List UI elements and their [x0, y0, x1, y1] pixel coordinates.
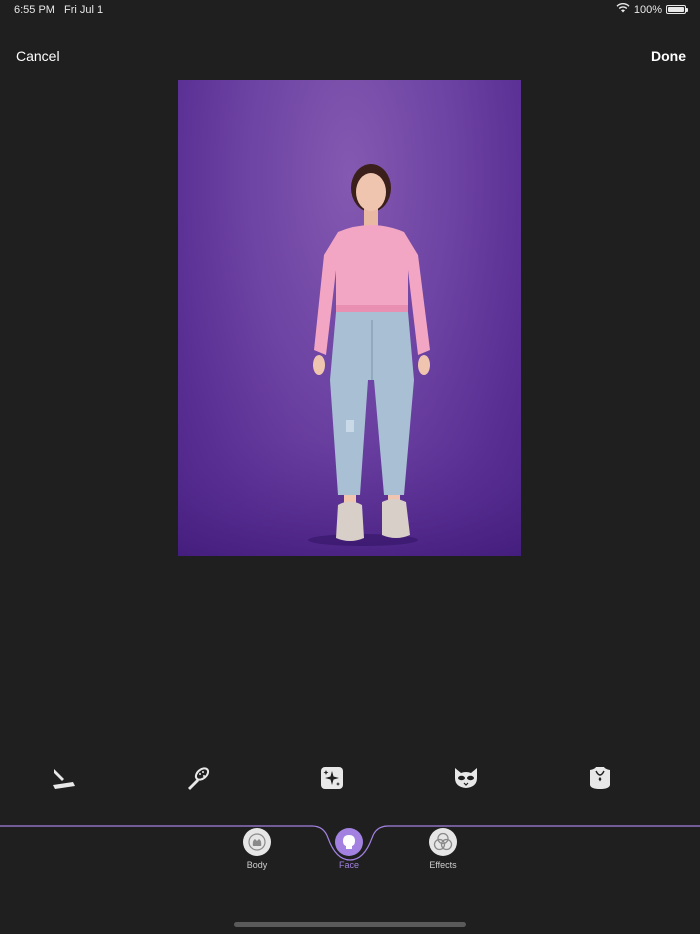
- tool-sparkle[interactable]: [316, 764, 348, 796]
- tab-effects-label: Effects: [429, 860, 457, 870]
- cancel-button[interactable]: Cancel: [16, 48, 60, 64]
- tool-necklace[interactable]: [584, 764, 616, 796]
- status-date: Fri Jul 1: [64, 4, 104, 16]
- person-photo: [178, 164, 521, 556]
- photo-canvas[interactable]: [178, 80, 521, 556]
- tool-brush[interactable]: [182, 764, 214, 796]
- home-indicator[interactable]: [234, 922, 466, 927]
- done-button[interactable]: Done: [651, 48, 686, 64]
- bottom-tab-bar: Body Face Effects: [0, 820, 700, 890]
- battery-fill: [668, 7, 684, 12]
- status-right: 100%: [616, 3, 688, 16]
- status-bar: 6:55 PM Fri Jul 1 100%: [0, 0, 700, 20]
- tab-effects[interactable]: Effects: [413, 828, 473, 870]
- face-icon: [335, 828, 363, 856]
- necklace-icon: [587, 765, 613, 796]
- tool-row: [0, 760, 700, 800]
- tool-razor[interactable]: [48, 764, 80, 796]
- wifi-icon: [616, 3, 630, 16]
- editor-screen: 6:55 PM Fri Jul 1 100% Cancel Done Body …: [0, 0, 700, 934]
- razor-icon: [51, 765, 77, 796]
- tool-mask[interactable]: [450, 764, 482, 796]
- tab-face[interactable]: Face: [319, 828, 379, 870]
- body-icon: [243, 828, 271, 856]
- status-time: 6:55 PM: [14, 4, 55, 16]
- brush-icon: [185, 765, 211, 796]
- battery-percent: 100%: [633, 3, 662, 16]
- sparkle-square-icon: [319, 765, 345, 796]
- effects-icon: [429, 828, 457, 856]
- tab-body-label: Body: [246, 860, 268, 870]
- tab-body[interactable]: Body: [227, 828, 287, 870]
- battery-icon: [666, 5, 688, 14]
- tab-face-label: Face: [338, 860, 359, 870]
- mask-icon: [452, 765, 480, 796]
